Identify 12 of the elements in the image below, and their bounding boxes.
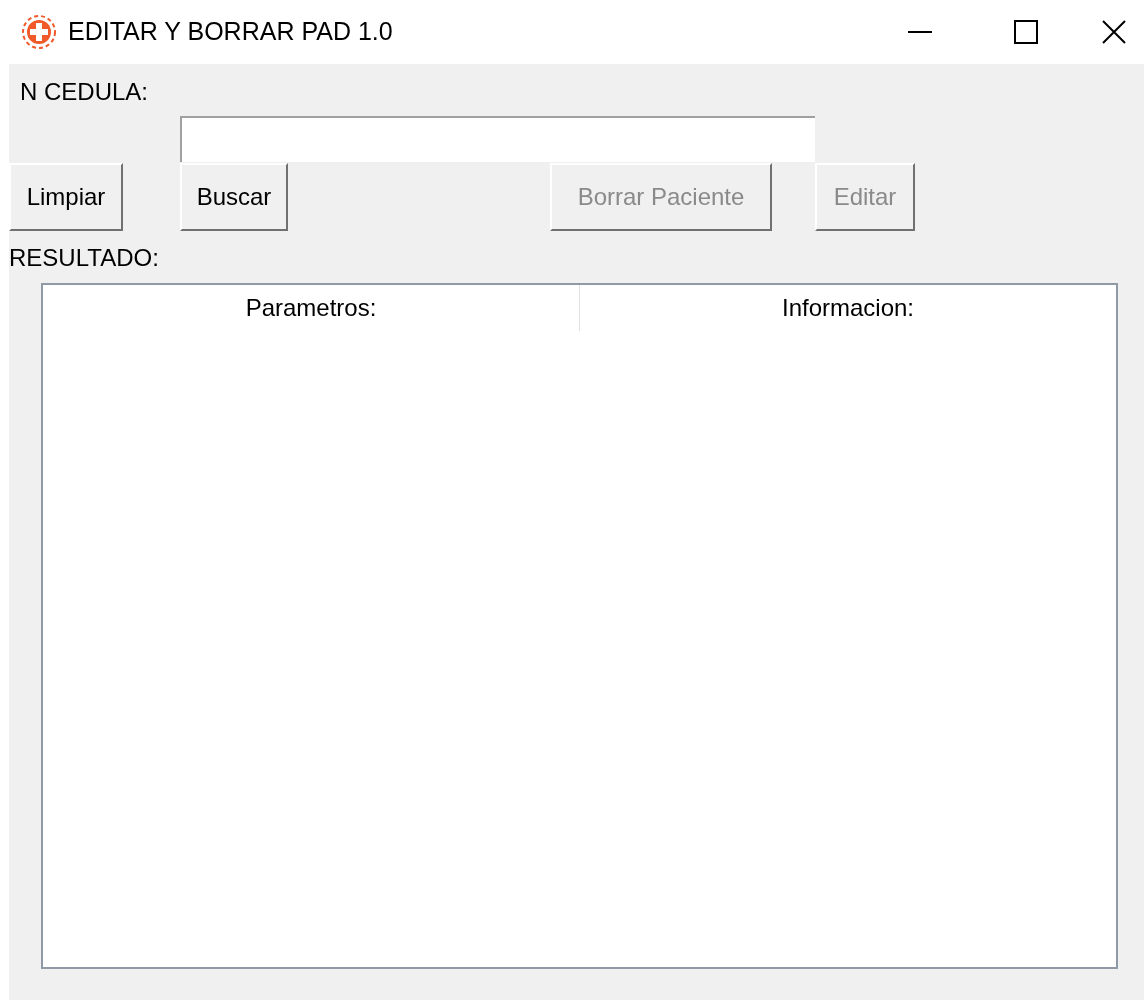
action-button[interactable]: Limpiar <box>9 163 123 231</box>
column-header[interactable]: Parametros: <box>43 285 580 331</box>
result-label: RESULTADO: <box>9 243 160 273</box>
minimize-icon <box>908 31 932 33</box>
action-button[interactable]: Buscar <box>180 163 288 231</box>
app-icon <box>20 13 58 51</box>
maximize-icon <box>1014 20 1038 44</box>
cedula-input-field[interactable] <box>180 116 815 162</box>
close-icon <box>1102 20 1126 44</box>
window-title: EDITAR Y BORRAR PAD 1.0 <box>68 16 393 48</box>
column-header[interactable]: Informacion: <box>580 285 1116 331</box>
cedula-label: N CEDULA: <box>20 77 150 107</box>
